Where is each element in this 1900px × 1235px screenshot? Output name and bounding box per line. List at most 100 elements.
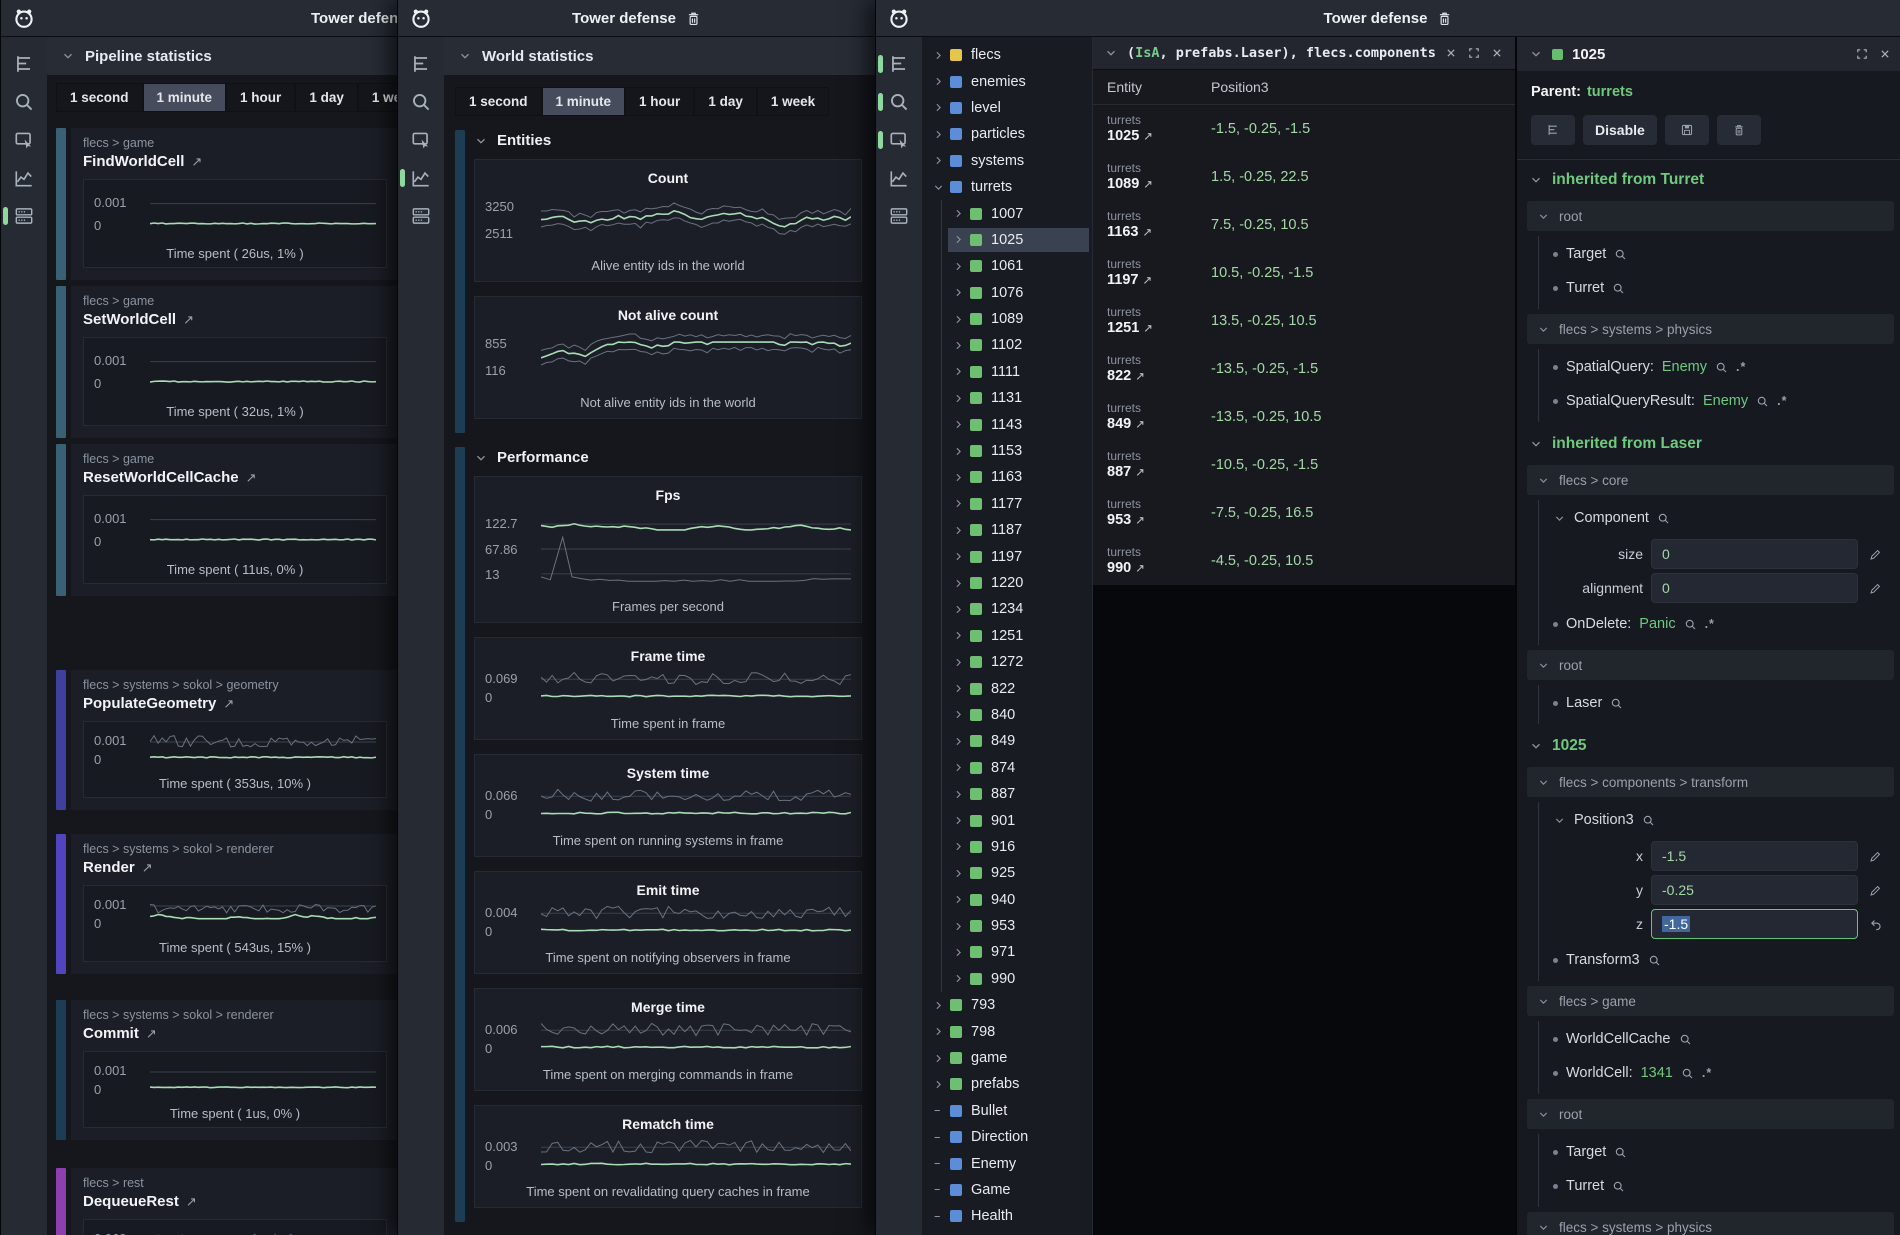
search-icon[interactable]: [1614, 1146, 1627, 1159]
sidebar-item-entity-tree[interactable]: [1, 53, 47, 75]
chevron-down-icon[interactable]: [932, 181, 947, 194]
tree-item-1131[interactable]: 1131: [922, 385, 1092, 411]
component-value[interactable]: Enemy: [1662, 359, 1707, 375]
tree-item-1197[interactable]: 1197: [922, 543, 1092, 569]
chevron-right-icon[interactable]: [952, 629, 967, 642]
save-button[interactable]: [1665, 115, 1709, 145]
chevron-right-icon[interactable]: [952, 524, 967, 537]
tree-item-game[interactable]: game: [922, 1045, 1092, 1071]
field-input-alignment[interactable]: 0: [1651, 573, 1858, 603]
chevron-right-icon[interactable]: [952, 603, 967, 616]
close-query-icon[interactable]: [1490, 46, 1504, 60]
chevron-right-icon[interactable]: [952, 339, 967, 352]
show-tree-button[interactable]: [1531, 115, 1575, 145]
expand-query-icon[interactable]: [1467, 46, 1481, 60]
tree-item-systems[interactable]: systems: [922, 148, 1092, 174]
open-entity-icon[interactable]: ↗: [1135, 563, 1145, 575]
tree-item-887[interactable]: 887: [922, 781, 1092, 807]
sidebar-item-canvas[interactable]: [1, 129, 47, 151]
module-path-bar[interactable]: root: [1527, 201, 1894, 231]
open-entity-icon[interactable]: ↗: [1142, 227, 1152, 239]
search-icon[interactable]: [1679, 1033, 1692, 1046]
chevron-right-icon[interactable]: [952, 972, 967, 985]
chevron-right-icon[interactable]: [932, 154, 947, 167]
edit-pencil-icon[interactable]: [1866, 883, 1884, 898]
chevron-right-icon[interactable]: [952, 497, 967, 510]
time-range-1-second[interactable]: 1 second: [456, 88, 541, 115]
query-result-row[interactable]: turrets 822↗ -13.5, -0.25, -1.5: [1093, 345, 1515, 393]
query-expression[interactable]: (IsA, prefabs.Laser), flecs.components: [1127, 45, 1435, 61]
component-value[interactable]: Panic: [1639, 616, 1675, 632]
open-entity-icon[interactable]: ↗: [1143, 131, 1153, 143]
tree-item-1076[interactable]: 1076: [922, 280, 1092, 306]
field-input-x[interactable]: -1.5: [1651, 841, 1858, 871]
time-range-1-hour[interactable]: 1 hour: [227, 84, 294, 111]
time-range-1-week[interactable]: 1 week: [758, 88, 828, 115]
open-stat-icon[interactable]: ↗: [146, 1026, 157, 1041]
section-header[interactable]: Entities: [474, 132, 862, 149]
sidebar-item-canvas[interactable]: [398, 129, 444, 151]
component-item[interactable]: SpatialQueryResult: Enemy .*: [1539, 384, 1894, 418]
component-expandable[interactable]: Position3: [1539, 803, 1894, 837]
close-inspector-icon[interactable]: [1878, 47, 1892, 61]
query-result-row[interactable]: turrets 887↗ -10.5, -0.25, -1.5: [1093, 441, 1515, 489]
tree-item-971[interactable]: 971: [922, 939, 1092, 965]
open-entity-icon[interactable]: ↗: [1143, 323, 1153, 335]
module-path-bar[interactable]: flecs > core: [1527, 465, 1894, 495]
component-expandable[interactable]: Component: [1539, 501, 1894, 535]
module-path-bar[interactable]: flecs > systems > physics: [1527, 1212, 1894, 1235]
search-icon[interactable]: [1681, 1067, 1694, 1080]
search-icon[interactable]: [1657, 512, 1670, 525]
component-value[interactable]: 1341: [1641, 1065, 1673, 1081]
disable-button[interactable]: Disable: [1583, 115, 1657, 145]
query-result-row[interactable]: turrets 1251↗ 13.5, -0.25, 10.5: [1093, 297, 1515, 345]
inherit-group-header[interactable]: inherited from Laser: [1517, 424, 1900, 460]
chevron-right-icon[interactable]: [932, 75, 947, 88]
chevron-right-icon[interactable]: [952, 708, 967, 721]
tree-item-990[interactable]: 990: [922, 966, 1092, 992]
chevron-right-icon[interactable]: [952, 365, 967, 378]
tree-item-1163[interactable]: 1163: [922, 464, 1092, 490]
chevron-right-icon[interactable]: [932, 49, 947, 62]
inherit-group-header[interactable]: inherited from Turret: [1517, 160, 1900, 196]
edit-pencil-icon[interactable]: [1866, 849, 1884, 864]
search-icon[interactable]: [1648, 954, 1661, 967]
chevron-right-icon[interactable]: [932, 999, 947, 1012]
time-range-1-second[interactable]: 1 second: [57, 84, 142, 111]
chevron-right-icon[interactable]: [952, 656, 967, 669]
chevron-right-icon[interactable]: [932, 128, 947, 141]
tree-item-901[interactable]: 901: [922, 807, 1092, 833]
module-path-bar[interactable]: flecs > game: [1527, 986, 1894, 1016]
time-range-1-hour[interactable]: 1 hour: [626, 88, 693, 115]
tree-item-1143[interactable]: 1143: [922, 411, 1092, 437]
tree-item-turrets[interactable]: turrets: [922, 174, 1092, 200]
component-item[interactable]: WorldCellCache: [1539, 1022, 1894, 1056]
module-path-bar[interactable]: root: [1527, 1099, 1894, 1129]
trash-icon[interactable]: [1436, 10, 1453, 27]
chevron-right-icon[interactable]: [952, 260, 967, 273]
search-icon[interactable]: [1612, 282, 1625, 295]
query-result-row[interactable]: turrets 990↗ -4.5, -0.25, 10.5: [1093, 537, 1515, 585]
chevron-right-icon[interactable]: [952, 788, 967, 801]
chevron-right-icon[interactable]: [952, 867, 967, 880]
sidebar-item-charts[interactable]: [398, 167, 444, 189]
chevron-right-icon[interactable]: [952, 445, 967, 458]
field-input-size[interactable]: 0: [1651, 539, 1858, 569]
edit-pencil-icon[interactable]: [1866, 581, 1884, 596]
component-item[interactable]: Transform3: [1539, 943, 1894, 977]
time-range-1-day[interactable]: 1 day: [695, 88, 756, 115]
tree-item-prefabs[interactable]: prefabs: [922, 1071, 1092, 1097]
chevron-right-icon[interactable]: [952, 392, 967, 405]
module-path-bar[interactable]: root: [1527, 650, 1894, 680]
panel-header-pipeline-statistics[interactable]: Pipeline statistics: [47, 37, 399, 75]
open-entity-icon[interactable]: ↗: [1135, 371, 1145, 383]
edit-pencil-icon[interactable]: [1866, 547, 1884, 562]
sidebar-item-search[interactable]: [398, 91, 444, 113]
tree-item-1025[interactable]: 1025: [922, 227, 1092, 253]
open-entity-icon[interactable]: ↗: [1143, 179, 1153, 191]
chevron-right-icon[interactable]: [952, 418, 967, 431]
chevron-right-icon[interactable]: [952, 207, 967, 220]
tree-item-Health[interactable]: Health: [922, 1203, 1092, 1229]
pair-traverse-icon[interactable]: .*: [1705, 617, 1715, 631]
chevron-right-icon[interactable]: [952, 313, 967, 326]
